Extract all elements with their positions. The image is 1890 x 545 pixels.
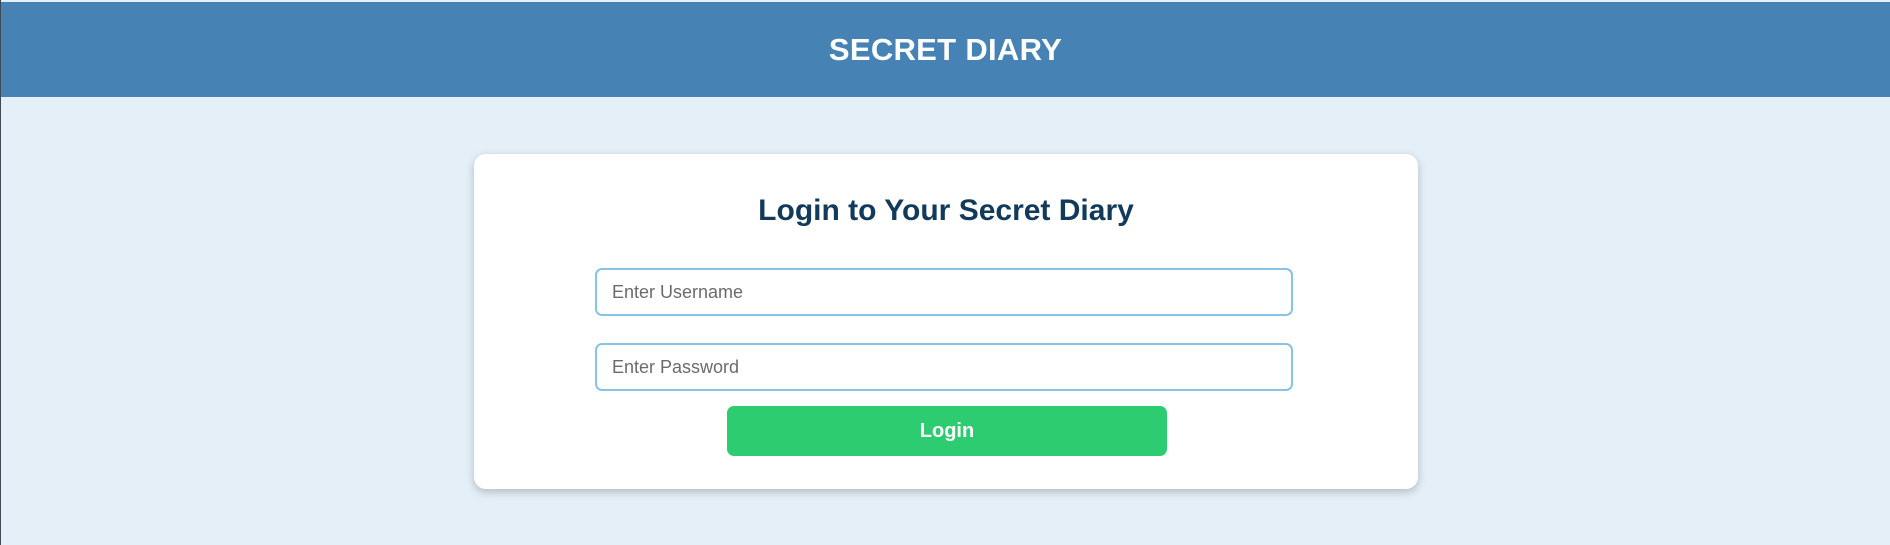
login-card: Login to Your Secret Diary Login: [474, 154, 1418, 489]
password-input[interactable]: [595, 343, 1293, 391]
app-header: SECRET DIARY: [1, 2, 1890, 97]
login-button[interactable]: Login: [727, 406, 1167, 456]
username-input[interactable]: [595, 268, 1293, 316]
app-title: SECRET DIARY: [828, 31, 1063, 67]
login-heading: Login to Your Secret Diary: [758, 194, 1134, 227]
